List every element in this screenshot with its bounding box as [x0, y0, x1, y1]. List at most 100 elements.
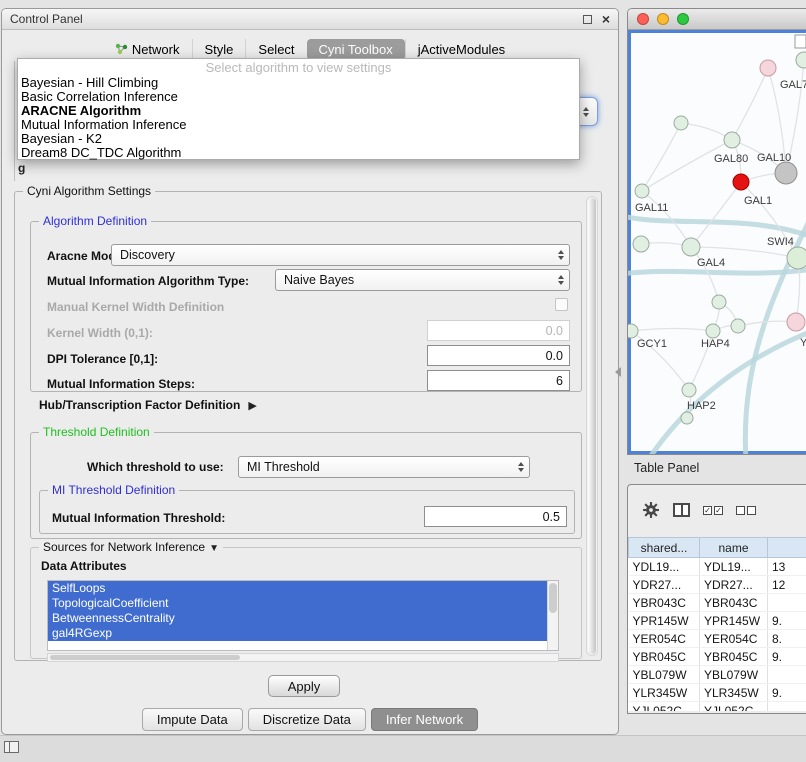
network-node[interactable] [681, 412, 693, 424]
table-row[interactable]: YLR345WYLR345W9. [629, 684, 806, 702]
table-row[interactable]: YPR145WYPR145W9. [629, 612, 806, 630]
table-column-header[interactable]: shared... [629, 538, 700, 558]
clear-all-checks-icon[interactable] [736, 506, 756, 515]
network-node[interactable] [775, 162, 797, 184]
network-node-label: SWI4 [767, 236, 794, 248]
tab-select[interactable]: Select [245, 39, 306, 60]
network-edge[interactable] [691, 182, 741, 247]
network-node[interactable] [628, 324, 638, 338]
table-row[interactable]: YJL052CYJL052C [629, 702, 806, 712]
group-title: Cyni Algorithm Settings [23, 184, 155, 198]
data-attribute-item[interactable]: gal4RGexp [48, 626, 547, 641]
algorithm-option[interactable]: Bayesian - Hill Climbing [18, 76, 579, 90]
hub-section-label: Hub/Transcription Factor Definition [39, 398, 240, 412]
tab-label: Select [258, 42, 294, 57]
window-close-button[interactable] [637, 13, 649, 25]
tab-cyni-toolbox[interactable]: Cyni Toolbox [307, 39, 405, 60]
bottom-tab-infer-network[interactable]: Infer Network [371, 708, 478, 731]
control-panel-window: Control Panel × NetworkStyleSelectCyni T… [1, 8, 619, 735]
window-zoom-button[interactable] [677, 13, 689, 25]
bottom-tab-impute-data[interactable]: Impute Data [142, 708, 243, 731]
dpi-tolerance-field[interactable] [427, 345, 570, 366]
network-canvas[interactable]: GAL7GAL80GAL10GAL1GAL11GAL4SWI4GCY1HAP4Y… [628, 30, 806, 454]
scrollbar-thumb[interactable] [549, 583, 557, 613]
list-vertical-scrollbar[interactable] [547, 581, 558, 650]
kernel-width-label: Kernel Width (0,1): [47, 326, 153, 340]
aracne-mode-combo[interactable]: Discovery [111, 244, 570, 266]
mi-threshold-field[interactable] [424, 506, 567, 527]
list-horizontal-scrollbar[interactable] [47, 653, 559, 662]
combo-value: Discovery [120, 248, 552, 262]
table-row[interactable]: YBR043CYBR043C [629, 594, 806, 612]
table-cell: YDL19... [629, 558, 700, 576]
network-node[interactable] [706, 324, 720, 338]
scrollbar-thumb[interactable] [588, 198, 596, 654]
network-node[interactable] [787, 247, 806, 269]
select-all-checks-icon[interactable]: ✓✓ [703, 506, 723, 515]
network-node[interactable] [787, 313, 805, 331]
hub-transcription-factor-section[interactable]: Hub/Transcription Factor Definition ▶ [39, 398, 257, 412]
splitter-collapse-handle[interactable] [615, 367, 621, 377]
tab-network[interactable]: Network [103, 39, 192, 60]
mi-algorithm-type-combo[interactable]: Naive Bayes [275, 269, 570, 291]
table-row[interactable]: YBL079WYBL079W [629, 666, 806, 684]
table-row[interactable]: YDR27...YDR27...12 [629, 576, 806, 594]
bottom-tab-discretize-data[interactable]: Discretize Data [248, 708, 366, 731]
data-attribute-item[interactable]: TopologicalCoefficient [48, 596, 547, 611]
network-node-label: GAL11 [635, 202, 668, 214]
tab-jactivemodules[interactable]: jActiveModules [405, 39, 517, 60]
network-node-label: GAL10 [757, 152, 791, 164]
float-window-icon[interactable] [583, 15, 592, 24]
algorithm-option[interactable]: Dream8 DC_TDC Algorithm [18, 146, 579, 160]
tab-style[interactable]: Style [192, 39, 246, 60]
mi-algorithm-type-label: Mutual Information Algorithm Type: [47, 274, 249, 288]
network-window-titlebar [628, 9, 806, 30]
algorithm-option[interactable]: Basic Correlation Inference [18, 90, 579, 104]
data-attribute-item[interactable]: BetweennessCentrality [48, 611, 547, 626]
table-row[interactable]: YDL19...YDL19...13 [629, 558, 806, 576]
network-node[interactable] [733, 174, 749, 190]
network-node[interactable] [633, 236, 649, 252]
window-minimize-button[interactable] [657, 13, 669, 25]
mi-steps-field[interactable] [427, 370, 570, 391]
scrollbar-thumb[interactable] [50, 655, 240, 660]
network-graph: GAL7GAL80GAL10GAL1GAL11GAL4SWI4GCY1HAP4Y… [628, 30, 806, 455]
table-row[interactable]: YER054CYER054C8. [629, 630, 806, 648]
table-cell: YDR27... [629, 576, 700, 594]
network-node[interactable] [796, 52, 806, 68]
network-node[interactable] [682, 383, 696, 397]
show-panel-icon[interactable] [4, 741, 19, 753]
which-threshold-combo[interactable]: MI Threshold [238, 456, 530, 478]
spinner-arrows-icon [558, 250, 564, 260]
network-edge[interactable] [642, 123, 681, 191]
data-attributes-list[interactable]: SelfLoopsTopologicalCoefficientBetweenne… [47, 580, 559, 651]
network-node[interactable] [635, 184, 649, 198]
table-column-header[interactable]: name [700, 538, 768, 558]
settings-scrollbar[interactable] [586, 196, 598, 656]
table-cell: YBL079W [700, 666, 768, 684]
columns-icon[interactable] [673, 503, 690, 517]
table-cell: YJL052C [700, 702, 768, 712]
algorithm-option[interactable]: Bayesian - K2 [18, 132, 579, 146]
network-node[interactable] [712, 295, 726, 309]
network-node[interactable] [674, 116, 688, 130]
gear-icon[interactable] [642, 501, 660, 519]
network-node[interactable] [731, 319, 745, 333]
network-node[interactable] [682, 238, 700, 256]
network-edge[interactable] [732, 68, 768, 140]
network-node[interactable] [724, 132, 740, 148]
sources-title[interactable]: Sources for Network Inference▼ [39, 540, 223, 556]
mi-threshold-definition-group: MI Threshold Definition Mutual Informati… [39, 490, 575, 534]
data-attribute-item[interactable]: SelfLoops [48, 581, 547, 596]
network-edge[interactable] [631, 329, 713, 332]
table-cell: YBL079W [629, 666, 700, 684]
algorithm-option[interactable]: ARACNE Algorithm [18, 104, 579, 118]
overview-box[interactable] [795, 35, 806, 48]
network-node[interactable] [760, 60, 776, 76]
network-edge[interactable] [642, 140, 732, 191]
close-icon[interactable]: × [602, 12, 610, 26]
apply-button[interactable]: Apply [268, 675, 340, 697]
table-column-header[interactable] [768, 538, 806, 558]
algorithm-option[interactable]: Mutual Information Inference [18, 118, 579, 132]
table-row[interactable]: YBR045CYBR045C9. [629, 648, 806, 666]
